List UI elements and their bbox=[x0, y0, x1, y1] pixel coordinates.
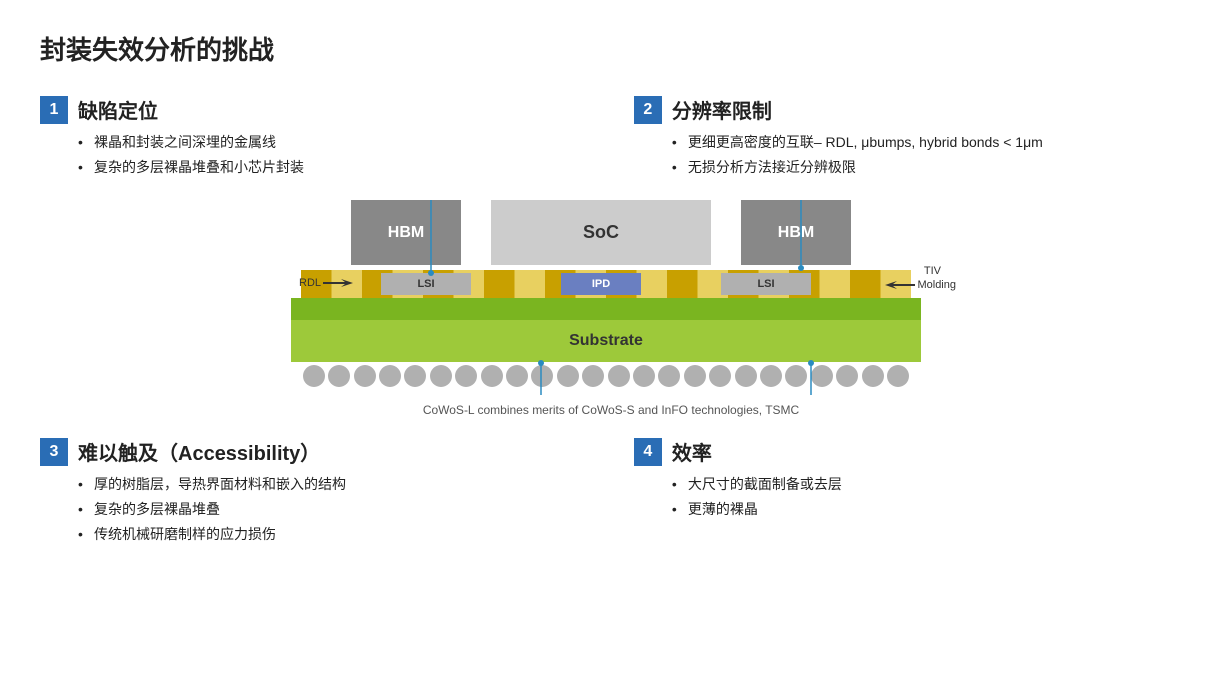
chip-diagram: HBM SoC HBM LSI IPD LSI Substrate bbox=[271, 200, 951, 395]
solder-ball bbox=[887, 365, 909, 387]
section-number-2: 2 bbox=[634, 96, 662, 124]
solder-ball bbox=[760, 365, 782, 387]
lsi-left-chip: LSI bbox=[381, 273, 471, 295]
bullet-3-2: 复杂的多层裸晶堆叠 bbox=[78, 499, 588, 520]
solder-ball bbox=[354, 365, 376, 387]
bullet-3-3: 传统机械研磨制样的应力损伤 bbox=[78, 524, 588, 545]
page-title: 封装失效分析的挑战 bbox=[40, 30, 1182, 67]
solder-ball bbox=[836, 365, 858, 387]
lsi-right-chip: LSI bbox=[721, 273, 811, 295]
solder-ball bbox=[455, 365, 477, 387]
section-number-3: 3 bbox=[40, 438, 68, 466]
section-body-4: 大尺寸的截面制备或去层 更薄的裸晶 bbox=[634, 474, 1182, 520]
solder-ball bbox=[303, 365, 325, 387]
molding-label: Molding bbox=[885, 279, 956, 291]
section-title-4: 效率 bbox=[672, 437, 712, 466]
bullet-1-2: 复杂的多层裸晶堆叠和小芯片封装 bbox=[78, 157, 588, 178]
section-2: 2 分辨率限制 更细更高密度的互联– RDL, μbumps, hybrid b… bbox=[634, 95, 1182, 182]
solder-ball bbox=[658, 365, 680, 387]
solder-ball bbox=[430, 365, 452, 387]
section-number-1: 1 bbox=[40, 96, 68, 124]
solder-ball bbox=[506, 365, 528, 387]
section-title-1: 缺陷定位 bbox=[78, 95, 158, 124]
section-number-4: 4 bbox=[634, 438, 662, 466]
solder-ball bbox=[379, 365, 401, 387]
bullet-4-1: 大尺寸的截面制备或去层 bbox=[672, 474, 1182, 495]
solder-ball bbox=[862, 365, 884, 387]
section-body-3: 厚的树脂层，导热界面材料和嵌入的结构 复杂的多层裸晶堆叠 传统机械研磨制样的应力… bbox=[40, 474, 588, 545]
bullet-2-2: 无损分析方法接近分辨极限 bbox=[672, 157, 1182, 178]
solder-ball bbox=[481, 365, 503, 387]
section-title-2: 分辨率限制 bbox=[672, 95, 772, 124]
solder-ball bbox=[531, 365, 553, 387]
chip-diagram-wrapper: HBM SoC HBM LSI IPD LSI Substrate bbox=[40, 200, 1182, 417]
section-body-1: 裸晶和封装之间深埋的金属线 复杂的多层裸晶堆叠和小芯片封装 bbox=[40, 132, 588, 178]
solder-ball bbox=[709, 365, 731, 387]
hbm-right-chip: HBM bbox=[741, 200, 851, 265]
solder-ball bbox=[811, 365, 833, 387]
substrate-layer: Substrate bbox=[291, 320, 921, 362]
section-title-3: 难以触及（Accessibility） bbox=[78, 437, 320, 466]
hbm-left-chip: HBM bbox=[351, 200, 461, 265]
bullet-4-2: 更薄的裸晶 bbox=[672, 499, 1182, 520]
bullet-1-1: 裸晶和封装之间深埋的金属线 bbox=[78, 132, 588, 153]
solder-balls bbox=[291, 362, 921, 390]
diagram-caption: CoWoS-L combines merits of CoWoS-S and I… bbox=[231, 403, 991, 417]
solder-ball bbox=[684, 365, 706, 387]
section-3: 3 难以触及（Accessibility） 厚的树脂层，导热界面材料和嵌入的结构… bbox=[40, 437, 588, 549]
solder-ball bbox=[785, 365, 807, 387]
solder-ball bbox=[608, 365, 630, 387]
bullet-3-1: 厚的树脂层，导热界面材料和嵌入的结构 bbox=[78, 474, 588, 495]
soc-chip: SoC bbox=[491, 200, 711, 265]
solder-ball bbox=[582, 365, 604, 387]
rdl-label: RDL bbox=[299, 277, 353, 289]
solder-ball bbox=[404, 365, 426, 387]
solder-ball bbox=[557, 365, 579, 387]
section-1: 1 缺陷定位 裸晶和封装之间深埋的金属线 复杂的多层裸晶堆叠和小芯片封装 bbox=[40, 95, 588, 182]
solder-ball bbox=[328, 365, 350, 387]
tiv-label: TIV bbox=[924, 265, 941, 277]
section-4: 4 效率 大尺寸的截面制备或去层 更薄的裸晶 bbox=[634, 437, 1182, 549]
green-base-layer bbox=[291, 298, 921, 320]
solder-ball bbox=[735, 365, 757, 387]
solder-ball bbox=[633, 365, 655, 387]
section-body-2: 更细更高密度的互联– RDL, μbumps, hybrid bonds < 1… bbox=[634, 132, 1182, 178]
ipd-chip: IPD bbox=[561, 273, 641, 295]
bullet-2-1: 更细更高密度的互联– RDL, μbumps, hybrid bonds < 1… bbox=[672, 132, 1182, 153]
